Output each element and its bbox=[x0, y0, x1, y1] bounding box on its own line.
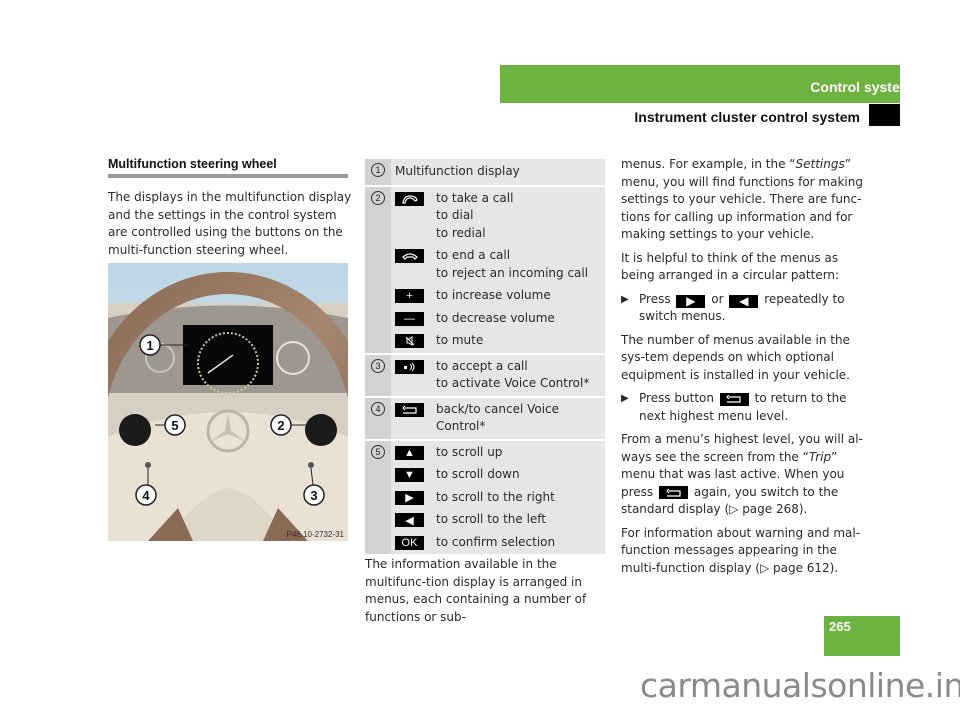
menus-paragraph: The information available in the multifu… bbox=[365, 557, 587, 624]
phone-pickup-icon bbox=[395, 191, 424, 206]
steering-wheel-illustration: 1 5 2 4 3 P46.10-2732-31 bbox=[108, 263, 348, 541]
mute-icon bbox=[395, 334, 424, 348]
legend-row-1: 1 Multifunction display bbox=[365, 159, 605, 187]
item-number: 2 bbox=[371, 190, 385, 205]
bullet-icon: ▶ bbox=[621, 293, 629, 305]
item-number: 5 bbox=[371, 444, 385, 459]
menus-count-paragraph: The number of menus available in the sys… bbox=[621, 332, 850, 382]
item-number: 3 bbox=[371, 358, 385, 373]
legend-row-2: 2 to take a call to dial to redial to en… bbox=[365, 186, 605, 355]
legend-text: back/to cancel Voice Control* bbox=[436, 401, 560, 434]
trip-paragraph: From a menu’s highest level, you will al… bbox=[621, 431, 866, 519]
text: or bbox=[711, 291, 724, 306]
arrow-down-icon: ▼ bbox=[395, 468, 424, 482]
text: Press button bbox=[639, 391, 714, 405]
legend-row-3: 3 to accept a call to activate Voice Con… bbox=[365, 354, 605, 398]
watermark: carmanualsonline.info bbox=[640, 666, 960, 705]
plus-icon: + bbox=[395, 289, 424, 303]
instruction-back: ▶ Press button to return to the next hig… bbox=[621, 390, 866, 425]
legend-text: to scroll down bbox=[436, 467, 520, 481]
svg-text:1: 1 bbox=[146, 338, 153, 353]
phone-hangup-icon bbox=[395, 249, 424, 263]
settings-paragraph: menus. For example, in the “Settings” me… bbox=[621, 156, 866, 244]
settings-menu-name: Settings bbox=[795, 157, 845, 171]
arrow-right-icon: ▶ bbox=[676, 294, 706, 308]
section-heading: Multifunction steering wheel bbox=[108, 157, 277, 171]
text: menus. For example, in the “ bbox=[621, 157, 796, 171]
steering-wheel-figure: 1 5 2 4 3 P46.10-2732-31 bbox=[108, 263, 348, 541]
voice-control-icon bbox=[395, 359, 424, 374]
page-number: 265 bbox=[829, 619, 851, 634]
legend-text: to increase volume bbox=[436, 288, 551, 302]
svg-text:4: 4 bbox=[142, 488, 150, 503]
arrow-left-icon: ◀ bbox=[729, 294, 759, 308]
arrow-right-icon: ▶ bbox=[395, 490, 424, 505]
svg-text:2: 2 bbox=[277, 418, 284, 433]
header-marker bbox=[869, 104, 900, 126]
text: again, you switch to the standard displa… bbox=[621, 484, 839, 517]
trip-menu-name: Trip bbox=[808, 449, 832, 464]
item-number: 4 bbox=[371, 401, 385, 416]
back-icon bbox=[659, 486, 689, 499]
legend-text: to scroll up bbox=[436, 444, 503, 459]
back-icon bbox=[719, 392, 749, 406]
legend-text: to end a call to reject an incoming call bbox=[436, 248, 589, 280]
svg-text:5: 5 bbox=[171, 418, 178, 433]
legend-text: to confirm selection bbox=[436, 534, 556, 549]
legend-text: to accept a call to activate Voice Contr… bbox=[436, 358, 590, 391]
minus-icon: — bbox=[395, 311, 424, 326]
legend-text: to scroll to the right bbox=[436, 489, 555, 504]
heading-rule bbox=[108, 174, 348, 178]
legend-text: to mute bbox=[436, 333, 484, 347]
ok-icon: OK bbox=[395, 535, 424, 550]
instruction-switch-menus: ▶ Press ▶ or ◀ repeatedly to switch menu… bbox=[621, 291, 866, 326]
warning-paragraph: For information about warning and mal-fu… bbox=[621, 525, 861, 575]
right-column: menus. For example, in the “Settings” me… bbox=[621, 156, 866, 583]
section-title: Control systems bbox=[810, 79, 920, 95]
text: Press bbox=[639, 291, 671, 306]
subsection-title: Instrument cluster control system bbox=[634, 109, 860, 125]
figure-code: P46.10-2732-31 bbox=[287, 530, 345, 539]
intro-paragraph: The displays in the multifunction displa… bbox=[108, 190, 352, 257]
svg-text:3: 3 bbox=[310, 488, 317, 503]
arrow-up-icon: ▲ bbox=[395, 445, 424, 460]
bullet-icon: ▶ bbox=[621, 393, 629, 404]
arrow-left-icon: ◀ bbox=[395, 513, 424, 527]
legend-text: to take a call to dial to redial bbox=[436, 190, 514, 240]
circular-paragraph: It is helpful to think of the menus as b… bbox=[621, 250, 840, 283]
back-icon bbox=[395, 402, 424, 417]
legend-text: Multifunction display bbox=[395, 164, 520, 178]
legend-row-5: 5 ▲ to scroll up ▼ to scroll down ▶ to scro… bbox=[365, 440, 605, 554]
item-number: 1 bbox=[371, 163, 385, 177]
legend-table: 1 Multifunction display 2 to take a call… bbox=[365, 159, 605, 554]
legend-text: to decrease volume bbox=[436, 310, 555, 325]
legend-text: to scroll to the left bbox=[436, 512, 547, 526]
legend-row-4: 4 back/to cancel Voice Control* bbox=[365, 397, 605, 441]
